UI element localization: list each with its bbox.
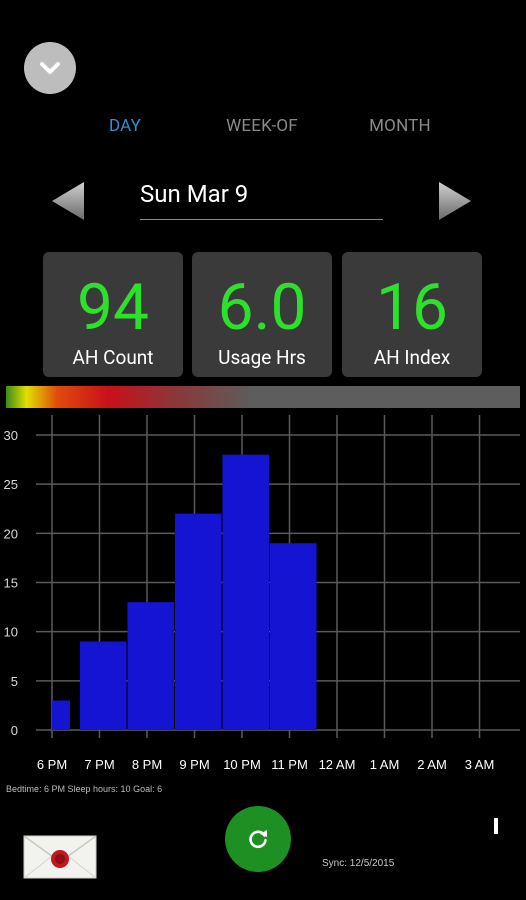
metric-value: 6.0 xyxy=(217,270,307,345)
x-tick-label: 8 PM xyxy=(132,757,162,772)
x-tick-label: 3 AM xyxy=(465,757,495,772)
x-tick-label: 11 PM xyxy=(271,757,308,772)
metric-card-usage-hrs[interactable]: 6.0 Usage Hrs xyxy=(192,252,332,377)
bar-3 xyxy=(175,513,222,730)
envelope-icon[interactable] xyxy=(22,826,98,880)
metric-value: 94 xyxy=(77,270,149,345)
bar-4 xyxy=(222,454,269,730)
tab-month[interactable]: MONTH xyxy=(330,116,470,136)
bar-1 xyxy=(80,641,127,730)
x-tick-label: 9 PM xyxy=(179,757,209,772)
y-tick-label: 15 xyxy=(4,576,18,591)
metric-label: Usage Hrs xyxy=(218,346,306,369)
y-tick-label: 0 xyxy=(11,723,18,738)
metric-card-ah-index[interactable]: 16 AH Index xyxy=(342,252,482,377)
y-tick-label: 30 xyxy=(4,428,18,443)
sync-status: Sync: 12/5/2015 xyxy=(322,858,395,869)
hourly-bar-chart: 0 5 10 15 20 25 30 6 PM 7 PM 8 PM 9 PM 10 PM 11 PM 1… xyxy=(4,415,520,772)
refresh-icon xyxy=(249,830,267,849)
y-tick-label: 10 xyxy=(4,625,18,640)
x-tick-label: 2 AM xyxy=(417,757,447,772)
refresh-button[interactable] xyxy=(225,806,291,872)
metric-value: 16 xyxy=(376,270,448,345)
bar-5 xyxy=(270,543,317,730)
metric-label: AH Count xyxy=(72,346,154,369)
arrow-right-icon[interactable] xyxy=(437,180,473,222)
tab-week-of[interactable]: WEEK-OF xyxy=(192,116,332,136)
sleep-info-text: Bedtime: 6 PM Sleep hours: 10 Goal: 6 xyxy=(6,784,163,794)
date-label[interactable]: Sun Mar 9 xyxy=(140,180,248,208)
x-tick-label: 6 PM xyxy=(37,757,67,772)
scroll-indicator xyxy=(494,818,498,834)
tab-day[interactable]: DAY xyxy=(55,116,195,136)
arrow-left-icon[interactable] xyxy=(50,180,86,222)
y-tick-label: 5 xyxy=(11,674,18,689)
x-tick-label: 12 AM xyxy=(319,757,356,772)
bar-0 xyxy=(52,700,70,730)
x-tick-label: 7 PM xyxy=(84,757,114,772)
chevron-down-icon xyxy=(40,62,60,74)
x-tick-label: 1 AM xyxy=(370,757,400,772)
y-tick-label: 25 xyxy=(4,477,18,492)
collapse-button[interactable] xyxy=(24,42,76,94)
severity-gradient-bar xyxy=(6,386,520,408)
metric-card-ah-count[interactable]: 94 AH Count xyxy=(43,252,183,377)
y-tick-label: 20 xyxy=(4,526,18,541)
x-tick-label: 10 PM xyxy=(223,757,261,772)
bar-2 xyxy=(127,602,174,730)
date-underline xyxy=(140,219,383,220)
metric-label: AH Index xyxy=(373,346,451,369)
